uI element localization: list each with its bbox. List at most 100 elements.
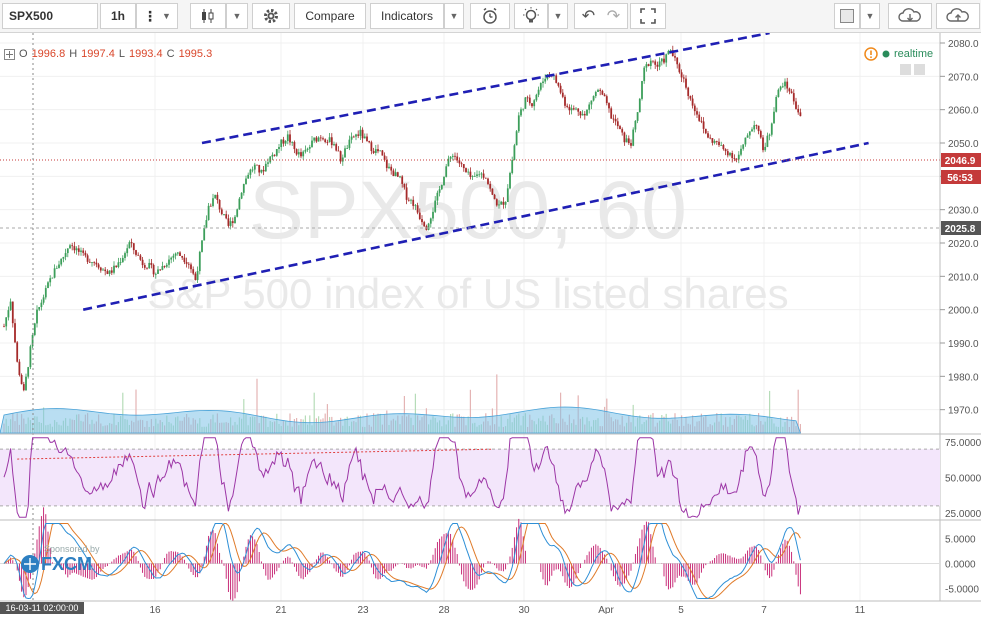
status-dot-icon (882, 50, 890, 58)
candle-body (561, 92, 564, 97)
price-tick-label: 2080.0 (948, 39, 979, 50)
fullscreen-button[interactable] (630, 3, 666, 29)
save-chart-button[interactable] (936, 3, 980, 29)
close-label: C (166, 48, 175, 60)
interval-dropdown[interactable]: ⋮ ▼ (136, 3, 178, 29)
candle-body (229, 221, 232, 226)
candle-body (196, 271, 199, 281)
candle-body (619, 126, 621, 130)
candle-body (410, 199, 412, 201)
candle-body (454, 155, 456, 157)
candle-body (792, 93, 795, 102)
candle-body (27, 367, 30, 377)
candle-body (469, 171, 472, 177)
candle-body (737, 154, 740, 160)
watermark-title: SPX500, 60 (249, 165, 687, 256)
time-cursor-label: 16-03-11 02:00:00 (6, 603, 79, 613)
time-tick-label: 28 (438, 605, 450, 614)
candle-body (313, 137, 316, 141)
candle-body (401, 176, 404, 184)
candle-body (141, 259, 144, 266)
price-tick-label: 1980.0 (948, 372, 979, 383)
candle-body (566, 105, 569, 107)
candle-body (575, 108, 577, 110)
candle-body (616, 121, 619, 127)
candle-body (777, 89, 780, 97)
candle-body (220, 209, 223, 215)
candle-body (359, 129, 362, 136)
candle-body (137, 254, 140, 256)
candle-body (308, 146, 311, 149)
candle-body (302, 151, 305, 157)
candle-body (603, 94, 606, 97)
settings-button[interactable] (252, 3, 290, 29)
indicators-button[interactable]: Indicators (370, 3, 444, 29)
candle-body (58, 264, 60, 268)
candle-body (185, 262, 188, 264)
candle-body (36, 309, 38, 324)
candle-body (632, 129, 635, 146)
load-chart-button[interactable] (888, 3, 932, 29)
warning-icon[interactable] (864, 47, 878, 61)
candle-body (207, 205, 210, 221)
candle-body (97, 264, 100, 268)
candle-body (451, 155, 454, 157)
alarm-clock-icon (483, 7, 497, 24)
candle-body (663, 58, 665, 63)
undo-button[interactable]: ↶ (574, 3, 602, 29)
redo-button[interactable]: ↷ (600, 3, 628, 29)
candle-body (130, 242, 133, 244)
candle-body (284, 140, 287, 144)
candle-body (275, 148, 278, 156)
chart-style-dropdown[interactable]: ▼ (226, 3, 248, 29)
move-up-icon[interactable] (900, 64, 911, 75)
chart-area[interactable]: SPX500, 60 S&P 500 index of US listed sh… (0, 31, 981, 617)
interval-button[interactable]: 1h (100, 3, 136, 29)
candle-body (713, 141, 716, 143)
symbol-search-box[interactable]: SPX500 (2, 3, 98, 29)
collapse-legend-icon[interactable] (4, 48, 15, 60)
candle-body (132, 243, 135, 251)
candle-body (121, 257, 124, 263)
candle-body (282, 139, 285, 144)
alert-button[interactable] (470, 3, 510, 29)
candle-body (128, 242, 131, 249)
compare-button[interactable]: Compare (294, 3, 366, 29)
chart-style-button[interactable] (190, 3, 226, 29)
candle-body (146, 267, 148, 269)
candle-body (790, 91, 793, 94)
indicators-dropdown[interactable]: ▼ (444, 3, 464, 29)
candle-body (69, 245, 71, 249)
layout-dropdown[interactable]: ▼ (860, 3, 880, 29)
candle-body (328, 137, 331, 143)
candle-body (159, 269, 162, 271)
candle-body (64, 253, 67, 257)
candle-body (731, 153, 734, 159)
candle-body (471, 176, 474, 177)
candle-body (612, 118, 615, 120)
candle-body (515, 131, 518, 146)
candle-body (674, 56, 676, 58)
candle-body (280, 139, 283, 148)
candle-body (264, 163, 267, 172)
theme-button[interactable] (514, 3, 548, 29)
candle-body (383, 155, 386, 161)
chart-canvas[interactable]: SPX500, 60 S&P 500 index of US listed sh… (0, 31, 981, 616)
candle-body (768, 134, 771, 136)
candle-body (47, 282, 49, 289)
move-down-icon[interactable] (914, 64, 925, 75)
theme-dropdown[interactable]: ▼ (548, 3, 568, 29)
candle-body (216, 194, 219, 200)
light-bulb-icon (523, 7, 539, 23)
time-tick-label: 5 (678, 605, 684, 614)
candle-body (779, 86, 782, 90)
gear-icon (264, 9, 278, 23)
candle-body (621, 129, 624, 133)
time-cursor-badge: 16-03-11 02:00:00 (0, 602, 84, 614)
layout-button[interactable] (834, 3, 860, 29)
candle-body (579, 111, 582, 116)
candle-body (73, 246, 76, 251)
candle-body (245, 178, 247, 185)
redo-icon: ↷ (606, 8, 621, 25)
candle-body (106, 271, 109, 274)
